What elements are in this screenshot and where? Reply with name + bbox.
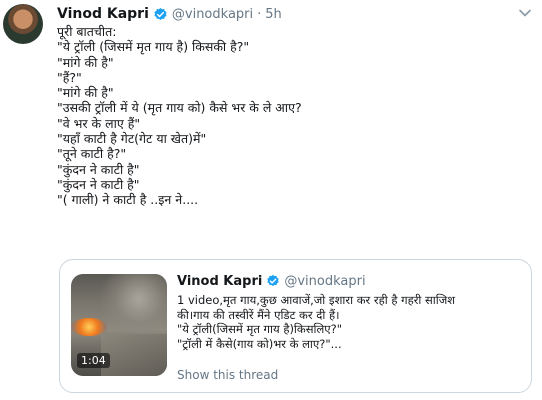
video-duration: 1:04 [77,353,110,368]
tweet-text-line: "हैं?" [57,69,82,85]
avatar[interactable] [3,4,43,44]
quoted-text-line: 1 video,मृत गाय,कुछ आवाजें,जो इशारा कर र… [177,293,456,307]
quoted-tweet-card[interactable]: 1:04 Vinod Kapri @vinodkapri 1 video,मृत… [59,259,532,393]
thumbnail-road [101,334,167,376]
tweet-text: पूरी बातचीत: "ये ट्रॉली (जिसमें मृत गाय … [57,24,527,208]
tweet-header: Vinod Kapri @vinodkapri · 5h [57,4,282,24]
video-thumbnail[interactable]: 1:04 [71,274,167,376]
quoted-text-line: की।गाय की तस्वीरें मैंने एडिट कर दी हैं। [177,307,340,322]
separator-dot: · [257,6,262,22]
tweet-timestamp[interactable]: 5h [265,7,282,22]
tweet-text-line: पूरी बातचीत: [57,24,117,39]
tweet-text-line: "तूने काटी है?" [57,146,127,162]
tweet-text-line: "( गाली) ने काटी है ..इन ने.... [57,192,199,208]
chevron-down-icon[interactable] [518,8,532,18]
tweet-text-line: "ये ट्रॉली (जिसमें मृत गाय है) किसकी है?… [57,39,250,55]
quoted-text-line: "ट्रॉली में कैसे(गाय को)भर के लाए?"... [177,336,342,351]
thumbnail-smoke [99,274,167,334]
show-thread-link[interactable]: Show this thread [177,368,278,382]
tweet-text-line: "मांगे की है" [57,85,114,101]
tweet-text-line: "कुंदन ने काटी है" [57,161,140,177]
tweet: Vinod Kapri @vinodkapri · 5h पूरी बातचीत… [0,0,542,400]
tweet-text-line: "उसकी ट्रॉली में ये (मृत गाय को) कैसे भर… [57,100,302,116]
verified-badge-icon [154,7,167,20]
author-handle[interactable]: @vinodkapri [172,7,253,22]
quoted-tweet-text: 1 video,मृत गाय,कुछ आवाजें,जो इशारा कर र… [177,293,522,351]
verified-badge-icon [267,274,279,287]
tweet-text-line: "वे भर के लाए हैं" [57,115,141,131]
tweet-text-line: "यहाँ काटी है गेट(गेट या खेत)में" [57,131,207,147]
thumbnail-fire [71,318,107,336]
author-name[interactable]: Vinod Kapri [57,6,149,22]
quoted-tweet-header: Vinod Kapri @vinodkapri [177,272,366,290]
quoted-author-name[interactable]: Vinod Kapri [177,274,262,289]
quoted-author-handle[interactable]: @vinodkapri [284,274,365,289]
tweet-text-line: "कुंदन ने काटी है" [57,176,140,192]
tweet-text-line: "मांगे की है" [57,54,114,70]
quoted-text-line: "ये ट्रॉली(जिसमें मृत गाय है)किसलिए?" [177,322,343,336]
